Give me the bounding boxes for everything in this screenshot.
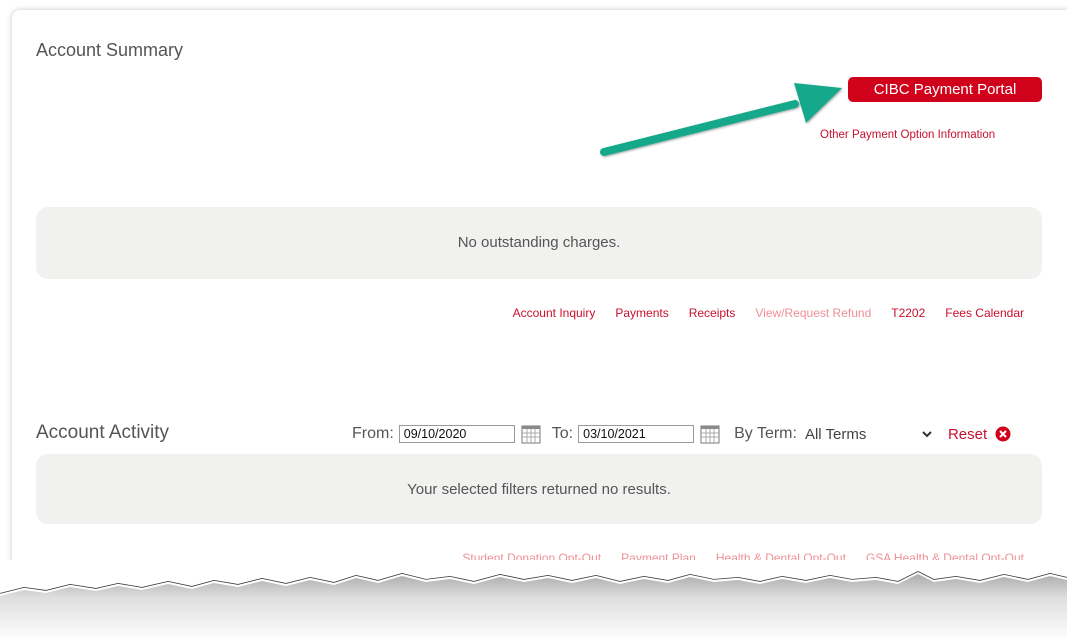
outstanding-charges-panel: No outstanding charges. <box>36 207 1042 279</box>
content-card <box>12 10 1067 641</box>
reset-filters-link[interactable]: Reset <box>948 426 987 443</box>
no-outstanding-charges-text: No outstanding charges. <box>457 234 621 251</box>
payments-link[interactable]: Payments <box>615 306 668 320</box>
activity-results-panel: Your selected filters returned no result… <box>36 454 1042 524</box>
from-date-input[interactable] <box>398 425 515 443</box>
t2202-link[interactable]: T2202 <box>891 306 925 320</box>
other-payment-option-link[interactable]: Other Payment Option Information <box>820 129 995 141</box>
cibc-payment-portal-button[interactable]: CIBC Payment Portal <box>848 77 1042 102</box>
close-circle-icon[interactable] <box>995 426 1011 442</box>
calendar-icon[interactable] <box>700 424 720 444</box>
activity-filters: From: To: By Term: All Terms <box>352 423 1011 445</box>
page: Account Summary CIBC Payment Portal Othe… <box>0 0 1067 641</box>
view-request-refund-link[interactable]: View/Request Refund <box>755 306 871 320</box>
from-label: From: <box>352 425 394 442</box>
no-results-text: Your selected filters returned no result… <box>407 481 671 498</box>
account-activity-title: Account Activity <box>36 422 170 443</box>
term-select[interactable]: All Terms <box>805 426 933 443</box>
account-summary-title: Account Summary <box>36 40 184 60</box>
term-select-value: All Terms <box>804 425 867 443</box>
by-term-label: By Term: <box>734 425 797 442</box>
torn-paper-edge <box>0 560 1067 641</box>
chevron-down-icon <box>922 431 932 438</box>
account-links: Account Inquiry Payments Receipts View/R… <box>513 306 1024 320</box>
to-label: To: <box>551 425 574 442</box>
receipts-link[interactable]: Receipts <box>689 306 736 320</box>
fees-calendar-link[interactable]: Fees Calendar <box>945 306 1024 320</box>
calendar-icon[interactable] <box>521 424 541 444</box>
account-inquiry-link[interactable]: Account Inquiry <box>513 306 596 320</box>
to-date-input[interactable] <box>578 425 695 443</box>
